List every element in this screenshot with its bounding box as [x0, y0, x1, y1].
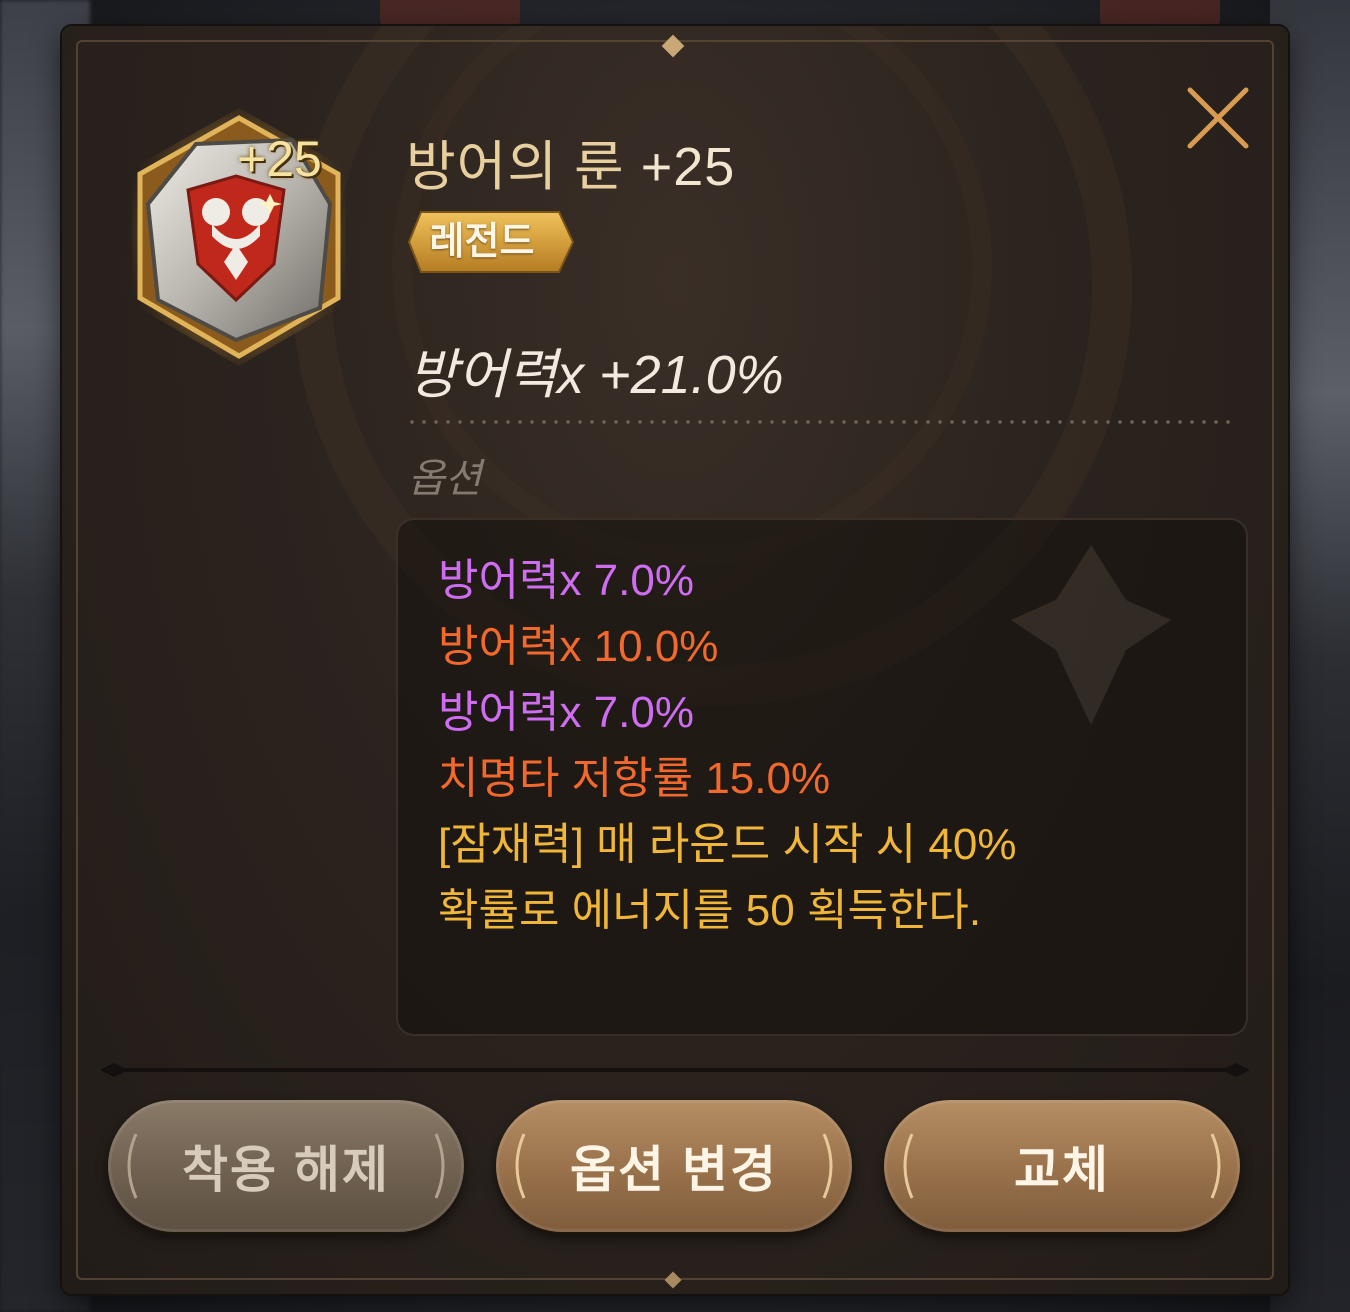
bottom-diamond-ornament	[664, 1271, 682, 1289]
main-stat: 방어력x +21.0%	[408, 345, 784, 405]
change-option-button-label: 옵션 변경	[570, 1142, 778, 1198]
option-line: 치명타 저항률 15.0%	[438, 754, 831, 803]
unequip-button[interactable]: 착용 해제	[108, 1100, 464, 1232]
options-box: 방어력x 7.0% 방어력x 10.0% 방어력x 7.0% 치명타 저항률 1…	[396, 518, 1248, 1036]
dotted-divider	[406, 420, 1236, 424]
item-title: 방어의 룬 +25	[406, 122, 735, 201]
rune-level-badge: +25	[237, 131, 322, 187]
button-ornament	[127, 1133, 138, 1199]
background-accent	[380, 0, 520, 28]
change-option-button[interactable]: 옵션 변경	[496, 1100, 852, 1232]
button-ornament	[903, 1133, 914, 1199]
close-button[interactable]	[1182, 82, 1254, 154]
grade-badge: 레전드	[407, 210, 575, 274]
buttons-divider	[100, 1063, 1250, 1077]
replace-button[interactable]: 교체	[884, 1100, 1240, 1232]
button-ornament	[822, 1133, 833, 1199]
options-header: 옵션	[408, 457, 482, 501]
item-level: +25	[640, 137, 736, 197]
option-line: 방어력x 7.0%	[438, 688, 694, 737]
option-line: 방어력x 10.0%	[438, 622, 719, 671]
background-accent	[1100, 0, 1220, 28]
unequip-button-label: 착용 해제	[182, 1142, 390, 1198]
button-ornament	[434, 1133, 445, 1199]
button-ornament	[1210, 1133, 1221, 1199]
button-ornament	[515, 1133, 526, 1199]
option-line: 방어력x 7.0%	[438, 556, 694, 605]
close-icon	[1187, 87, 1249, 149]
replace-button-label: 교체	[1014, 1142, 1110, 1198]
options-list: 방어력x 7.0% 방어력x 10.0% 방어력x 7.0% 치명타 저항률 1…	[438, 548, 1218, 944]
option-line: [잠재력] 매 라운드 시작 시 40%	[438, 820, 1017, 869]
grade-label: 레전드	[429, 221, 535, 263]
item-name: 방어의 룬	[406, 137, 625, 197]
option-line: 확률로 에너지를 50 획득한다.	[438, 886, 982, 935]
